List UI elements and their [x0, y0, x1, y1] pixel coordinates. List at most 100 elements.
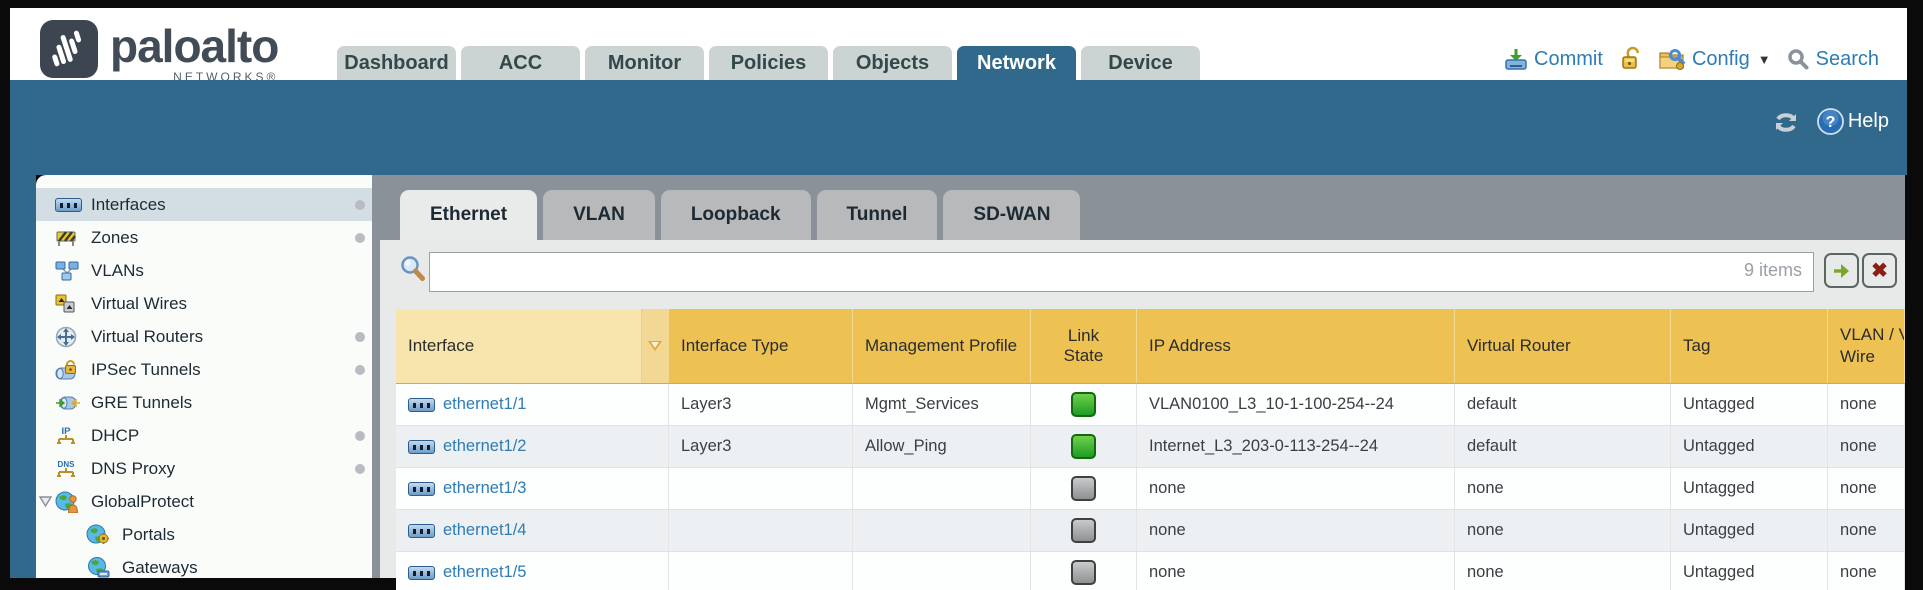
- cell-link-state: [1031, 552, 1137, 590]
- ipsec-tunnels-icon: [55, 359, 83, 380]
- config-menu-button[interactable]: Config ▼: [1659, 47, 1771, 71]
- sidebar-item-zones[interactable]: Zones: [36, 221, 372, 254]
- filter-bar: 9 items: [429, 252, 1814, 292]
- col-header-management-profile[interactable]: Management Profile: [853, 309, 1031, 383]
- paloalto-pulse-icon: [40, 20, 98, 78]
- sidebar-item-vlans[interactable]: VLANs: [36, 254, 372, 287]
- cell-tag: Untagged: [1671, 552, 1828, 590]
- vlans-icon: [55, 261, 83, 281]
- col-header-link-state[interactable]: Link State: [1031, 309, 1137, 383]
- nav-tab-policies[interactable]: Policies: [709, 46, 828, 80]
- pin-dot: [355, 431, 365, 441]
- svg-text:?: ?: [1825, 114, 1835, 131]
- cell-virtual-router: default: [1455, 426, 1671, 467]
- table-row: ethernet1/5 none none Untagged none: [396, 552, 1905, 590]
- nav-tab-objects[interactable]: Objects: [833, 46, 952, 80]
- col-header-virtual-router[interactable]: Virtual Router: [1455, 309, 1671, 383]
- sidebar-item-dns-proxy[interactable]: DNS DNS Proxy: [36, 452, 372, 485]
- nav-tab-monitor[interactable]: Monitor: [585, 46, 704, 80]
- tab-loopback[interactable]: Loopback: [661, 190, 811, 240]
- col-header-ip-address[interactable]: IP Address: [1137, 309, 1455, 383]
- cell-management-profile: Mgmt_Services: [853, 384, 1031, 425]
- cell-interface: ethernet1/2: [396, 426, 669, 467]
- pin-dot: [355, 365, 365, 375]
- cell-ip-address: none: [1137, 552, 1455, 590]
- cell-vlan: none: [1828, 552, 1905, 590]
- help-button[interactable]: ? Help: [1817, 108, 1889, 135]
- col-header-vlan-virtual-wire[interactable]: VLAN / Virtual Wire: [1828, 309, 1905, 383]
- interface-link[interactable]: ethernet1/1: [443, 395, 526, 414]
- nav-tab-network[interactable]: Network: [957, 46, 1076, 80]
- cell-ip-address: none: [1137, 510, 1455, 551]
- col-header-interface-type[interactable]: Interface Type: [669, 309, 853, 383]
- interface-link[interactable]: ethernet1/3: [443, 479, 526, 498]
- cell-virtual-router: none: [1455, 468, 1671, 509]
- link-state-up-icon: [1071, 434, 1096, 459]
- pin-dot: [355, 332, 365, 342]
- filter-search-icon: [400, 255, 427, 283]
- dhcp-icon: IP: [55, 425, 83, 447]
- apply-filter-button[interactable]: [1824, 253, 1859, 288]
- interface-link[interactable]: ethernet1/5: [443, 563, 526, 582]
- main-nav: Dashboard ACC Monitor Policies Objects N…: [337, 46, 1205, 80]
- top-actions: Commit Config ▼: [1504, 46, 1879, 72]
- secondary-bar: ? Help: [10, 80, 1907, 175]
- table-header: Interface Interface Type Management Prof…: [396, 309, 1905, 384]
- sidebar-item-virtual-routers[interactable]: Virtual Routers: [36, 320, 372, 353]
- network-sidebar: Interfaces Zones: [36, 175, 372, 578]
- sidebar-item-globalprotect[interactable]: GlobalProtect: [36, 485, 372, 518]
- tab-sdwan[interactable]: SD-WAN: [943, 190, 1080, 240]
- cell-management-profile: Allow_Ping: [853, 426, 1031, 467]
- commit-button[interactable]: Commit: [1504, 47, 1603, 71]
- cell-vlan: none: [1828, 426, 1905, 467]
- sidebar-item-gateways[interactable]: Gateways: [36, 551, 372, 584]
- search-button[interactable]: Search: [1787, 48, 1879, 71]
- nav-tab-acc[interactable]: ACC: [461, 46, 580, 80]
- sidebar-item-portals[interactable]: Portals: [36, 518, 372, 551]
- paloalto-logo: paloalto NETWORKS®: [40, 20, 278, 84]
- cell-link-state: [1031, 468, 1137, 509]
- tab-tunnel[interactable]: Tunnel: [817, 190, 938, 240]
- link-state-up-icon: [1071, 392, 1096, 417]
- refresh-icon[interactable]: [1771, 109, 1801, 135]
- tab-ethernet[interactable]: Ethernet: [400, 190, 537, 240]
- cell-link-state: [1031, 426, 1137, 467]
- interface-type-tabs: Ethernet VLAN Loopback Tunnel SD-WAN: [400, 190, 1086, 240]
- tab-vlan[interactable]: VLAN: [543, 190, 655, 240]
- lock-icon[interactable]: [1619, 46, 1643, 72]
- cell-tag: Untagged: [1671, 426, 1828, 467]
- col-header-interface[interactable]: Interface: [396, 309, 642, 383]
- sidebar-item-interfaces[interactable]: Interfaces: [36, 188, 372, 221]
- sidebar-item-gre-tunnels[interactable]: GRE Tunnels: [36, 386, 372, 419]
- search-icon: [1787, 48, 1810, 71]
- cell-interface-type: [669, 552, 853, 590]
- virtual-wires-icon: [55, 294, 83, 314]
- table-row: ethernet1/2 Layer3 Allow_Ping Internet_L…: [396, 426, 1905, 468]
- clear-filter-button[interactable]: ✖: [1862, 253, 1897, 288]
- help-label: Help: [1848, 110, 1889, 133]
- cell-management-profile: [853, 510, 1031, 551]
- collapse-triangle-icon[interactable]: [36, 496, 55, 507]
- col-header-tag[interactable]: Tag: [1671, 309, 1828, 383]
- caret-down-icon: ▼: [1758, 52, 1771, 67]
- ethernet-port-icon: [408, 440, 435, 454]
- sidebar-item-dhcp[interactable]: IP DHCP: [36, 419, 372, 452]
- config-label: Config: [1692, 48, 1750, 71]
- sidebar-item-virtual-wires[interactable]: Virtual Wires: [36, 287, 372, 320]
- nav-tab-device[interactable]: Device: [1081, 46, 1200, 80]
- interface-link[interactable]: ethernet1/4: [443, 521, 526, 540]
- cell-interface-type: Layer3: [669, 384, 853, 425]
- sort-dropdown-button[interactable]: [642, 309, 669, 383]
- cell-vlan: none: [1828, 384, 1905, 425]
- ethernet-port-icon: [408, 566, 435, 580]
- cell-tag: Untagged: [1671, 468, 1828, 509]
- cell-ip-address: none: [1137, 468, 1455, 509]
- filter-input[interactable]: [429, 252, 1814, 292]
- interface-link[interactable]: ethernet1/2: [443, 437, 526, 456]
- pin-dot: [355, 200, 365, 210]
- sidebar-item-ipsec-tunnels[interactable]: IPSec Tunnels: [36, 353, 372, 386]
- cell-link-state: [1031, 384, 1137, 425]
- brand-name: paloalto: [110, 20, 278, 72]
- dns-proxy-icon: DNS: [55, 458, 83, 480]
- nav-tab-dashboard[interactable]: Dashboard: [337, 46, 456, 80]
